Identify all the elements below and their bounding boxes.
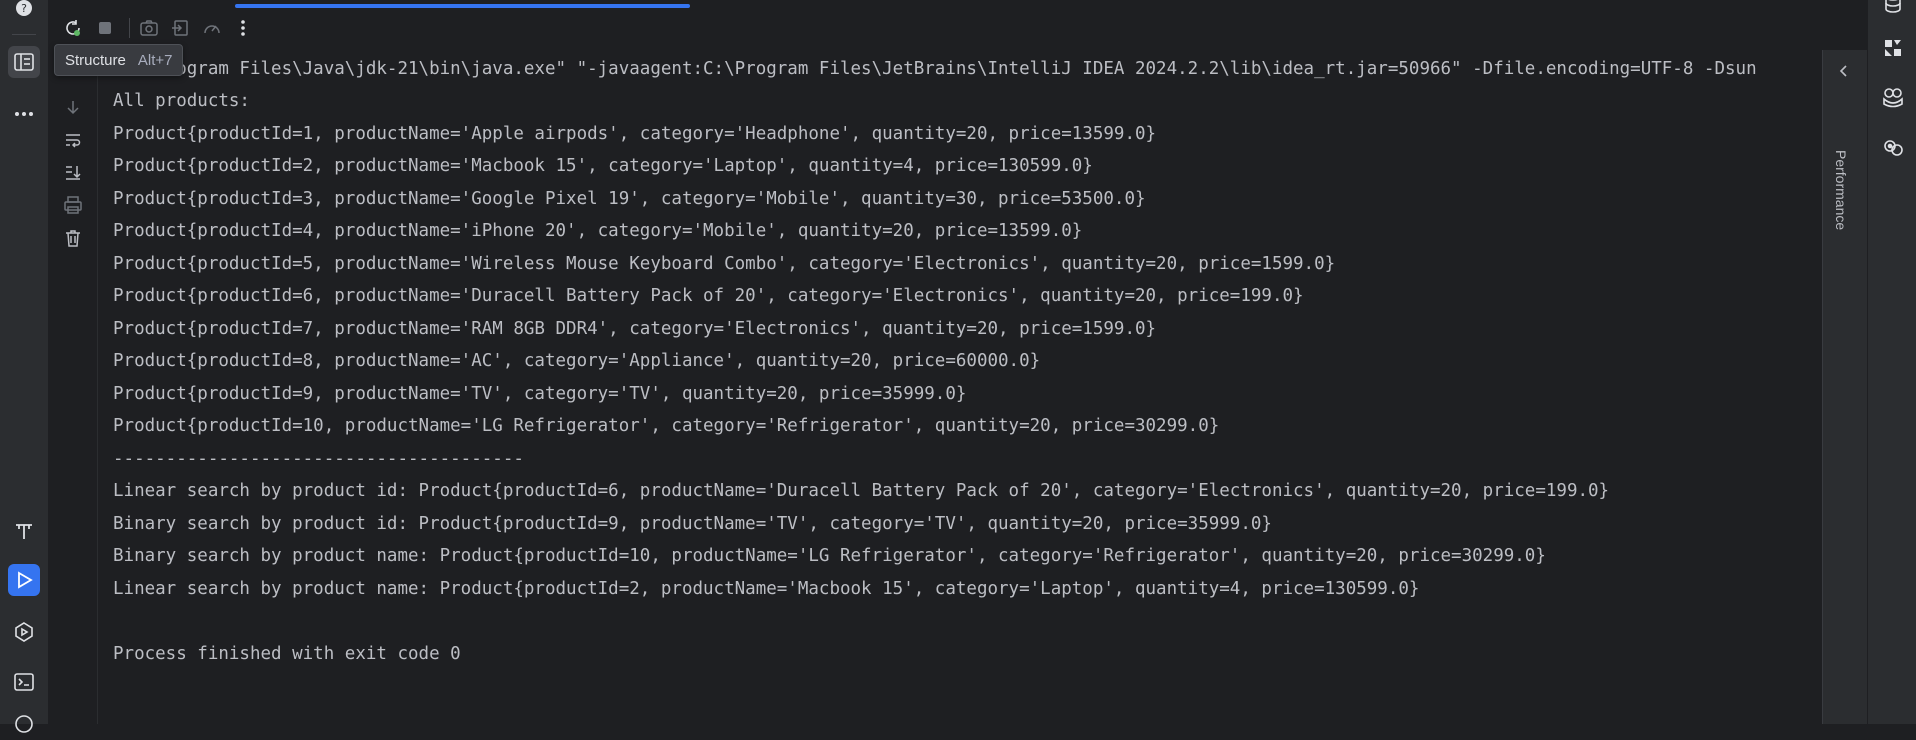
console-side-tools <box>49 50 98 724</box>
tooltip-title: Structure <box>65 51 126 69</box>
console-line: Product{productId=10, productName='LG Re… <box>113 416 1220 436</box>
trash-icon[interactable] <box>61 226 85 250</box>
problems-icon[interactable] <box>8 708 40 740</box>
run-toolbar <box>49 0 1866 50</box>
toolbar-separator <box>129 18 130 38</box>
copilot-icon[interactable] <box>1880 84 1906 110</box>
console-line: Product{productId=5, productName='Wirele… <box>113 254 1336 274</box>
scroll-to-end-icon[interactable] <box>61 160 85 184</box>
assistant-icon[interactable] <box>1880 136 1906 162</box>
run-icon[interactable] <box>8 564 40 596</box>
console-line: Binary search by product name: Product{p… <box>113 546 1546 566</box>
console-line: Linear search by product id: Product{pro… <box>113 481 1610 501</box>
more-options-icon[interactable] <box>231 16 255 40</box>
console-line: Product{productId=2, productName='Macboo… <box>113 156 1093 176</box>
database-icon[interactable] <box>1880 0 1906 16</box>
text-tool-icon[interactable] <box>8 515 40 547</box>
progress-indicator <box>235 4 690 8</box>
stop-icon[interactable] <box>93 16 117 40</box>
profiler-icon[interactable] <box>200 16 224 40</box>
console-line: --------------------------------------- <box>113 449 524 469</box>
more-icon[interactable] <box>8 98 40 130</box>
performance-panel-strip: Performance <box>1822 50 1867 724</box>
soft-wrap-icon[interactable] <box>61 128 85 152</box>
console-line: Product{productId=7, productName='RAM 8G… <box>113 319 1157 339</box>
structure-tooltip: Structure Alt+7 <box>54 44 184 76</box>
print-icon[interactable] <box>61 193 85 217</box>
console-line: Product{productId=4, productName='iPhone… <box>113 221 1083 241</box>
svg-text:?: ? <box>21 2 27 15</box>
left-toolbar: ? <box>0 0 49 733</box>
console-line: Product{productId=6, productName='Durace… <box>113 286 1304 306</box>
console-line: Process finished with exit code 0 <box>113 644 461 664</box>
tooltip-shortcut: Alt+7 <box>137 51 173 69</box>
scroll-down-icon[interactable] <box>61 95 85 119</box>
notifications-icon[interactable]: ? <box>8 0 40 24</box>
terminal-icon[interactable] <box>8 666 40 698</box>
console-line: All products: <box>113 91 250 111</box>
console-line: Product{productId=9, productName='TV', c… <box>113 384 967 404</box>
console-line: Product{productId=1, productName='Apple … <box>113 124 1157 144</box>
services-icon[interactable] <box>8 616 40 648</box>
plugin-icon[interactable] <box>1880 35 1906 61</box>
divider <box>12 34 36 35</box>
performance-tab[interactable]: Performance <box>1833 150 1849 230</box>
console-line: Linear search by product name: Product{p… <box>113 579 1420 599</box>
console-line: Product{productId=8, productName='AC', c… <box>113 351 1041 371</box>
console-line: Binary search by product id: Product{pro… <box>113 514 1272 534</box>
screenshot-icon[interactable] <box>137 16 161 40</box>
structure-icon[interactable] <box>8 46 40 78</box>
right-toolbar <box>1867 0 1916 724</box>
chevron-left-icon[interactable] <box>1837 64 1851 83</box>
console-line: Product{productId=3, productName='Google… <box>113 189 1146 209</box>
rerun-icon[interactable] <box>61 16 85 40</box>
exit-icon[interactable] <box>168 16 192 40</box>
console-output[interactable]: "C:\Program Files\Java\jdk-21\bin\java.e… <box>98 50 1820 724</box>
console-line: "C:\Program Files\Java\jdk-21\bin\java.e… <box>113 59 1757 79</box>
